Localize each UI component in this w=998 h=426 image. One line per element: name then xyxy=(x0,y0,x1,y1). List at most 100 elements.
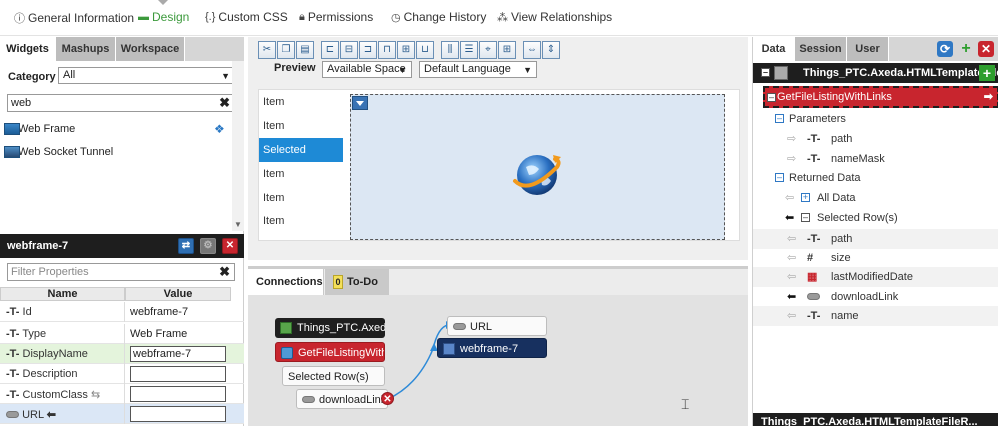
service-node[interactable]: GetFileListingWith... xyxy=(275,342,385,362)
list-item[interactable]: Item xyxy=(259,162,343,186)
remove-icon[interactable]: ✕ xyxy=(978,41,994,57)
url-input[interactable] xyxy=(130,406,226,422)
collapse-icon[interactable]: – xyxy=(761,68,770,77)
drag-handle-icon[interactable]: ❖ xyxy=(214,118,225,140)
list-item[interactable]: Item xyxy=(259,114,343,138)
align-left-icon[interactable]: ⊏ xyxy=(321,41,339,59)
tab-widgets[interactable]: Widgets xyxy=(0,37,56,61)
same-width-icon[interactable]: ⇔ xyxy=(523,41,541,59)
language-select[interactable]: Default Language ▼ xyxy=(419,61,537,78)
param-row-path[interactable]: ⇨ -T- path xyxy=(753,129,998,149)
selected-rows-row[interactable]: ⬅ – Selected Row(s) xyxy=(753,208,998,228)
tab-mashups[interactable]: Mashups xyxy=(56,37,116,61)
download-link-label: downloadLink xyxy=(319,394,387,406)
add-service-icon[interactable]: + xyxy=(979,65,995,81)
tab-custom-css[interactable]: {.} Custom CSS xyxy=(205,10,288,24)
field-row-lastmodifieddate[interactable]: ⇦ ▦ lastModifiedDate xyxy=(753,267,998,287)
widget-menu-icon[interactable] xyxy=(352,96,368,110)
property-row-type[interactable]: -T- Type Web Frame xyxy=(0,324,244,344)
url-property-node[interactable]: URL xyxy=(447,316,547,336)
property-row-displayname[interactable]: -T- DisplayName webframe-7 xyxy=(0,344,244,364)
description-input[interactable] xyxy=(130,366,226,382)
bind-arrow-icon[interactable]: ➡ xyxy=(984,88,993,106)
scroll-down-icon[interactable]: ▼ xyxy=(234,220,242,229)
tab-session[interactable]: Session xyxy=(795,37,847,61)
customclass-input[interactable] xyxy=(130,386,226,402)
preview-label[interactable]: Preview xyxy=(274,62,316,74)
field-row-downloadlink[interactable]: ⬅ downloadLink xyxy=(753,287,998,307)
property-row-customclass[interactable]: -T- CustomClass ⇆ xyxy=(0,384,244,404)
clear-search-icon[interactable]: ✖ xyxy=(219,95,230,111)
settings-icon[interactable]: ⚙ xyxy=(200,238,216,254)
displayname-input[interactable]: webframe-7 xyxy=(130,346,226,362)
tab-permissions[interactable]: 🔒︎ Permissions xyxy=(299,10,373,24)
service-row[interactable]: – GetFileListingWithLinks ➡ xyxy=(763,86,998,108)
field-row-size[interactable]: ⇦ # size xyxy=(753,248,998,268)
available-space-select[interactable]: Available Space ▼ xyxy=(322,61,412,78)
list-item-selected[interactable]: Selected xyxy=(259,138,343,162)
design-canvas-area: ✂ ❐ ▤ ⊏ ⊟ ⊐ ⊓ ⊞ ⊔ ⫼ ☰ ⌖ ⊞ ⇔ ⇕ Preview Av… xyxy=(248,37,748,260)
tab-design[interactable]: ▬ Design xyxy=(138,10,189,24)
properties-title: webframe-7 xyxy=(7,240,69,252)
delete-icon[interactable]: ✕ xyxy=(222,238,238,254)
tab-change-history[interactable]: ◷ Change History xyxy=(391,10,486,24)
property-row-id[interactable]: -T- Id webframe-7 xyxy=(0,302,244,322)
align-top-icon[interactable]: ⊓ xyxy=(378,41,396,59)
list-item[interactable]: Item xyxy=(259,90,343,114)
clear-filter-icon[interactable]: ✖ xyxy=(219,264,230,280)
grid-icon[interactable]: ⊞ xyxy=(498,41,516,59)
thing-node[interactable]: Things_PTC.Axeda.... xyxy=(275,318,385,338)
tab-user[interactable]: User xyxy=(847,37,889,61)
returned-data-node[interactable]: – Returned Data xyxy=(753,168,998,188)
tab-connections[interactable]: Connections xyxy=(248,269,324,295)
collapse-icon[interactable]: – xyxy=(801,213,810,222)
text-type-icon: -T- xyxy=(6,348,20,360)
align-bottom-icon[interactable]: ⊔ xyxy=(416,41,434,59)
center-target-icon[interactable]: ⌖ xyxy=(479,41,497,59)
download-link-node[interactable]: downloadLink xyxy=(296,389,388,409)
same-height-icon[interactable]: ⇕ xyxy=(542,41,560,59)
collapse-icon[interactable]: – xyxy=(775,114,784,123)
list-item[interactable]: Item xyxy=(259,209,343,233)
align-center-icon[interactable]: ⊟ xyxy=(340,41,358,59)
property-row-url[interactable]: URL ⬅ xyxy=(0,404,244,424)
tab-general-information[interactable]: ⓘ General Information xyxy=(14,10,134,26)
filter-properties-input[interactable]: Filter Properties ✖ xyxy=(7,263,235,281)
paste-icon[interactable]: ▤ xyxy=(296,41,314,59)
tab-workspace[interactable]: Workspace xyxy=(116,37,185,61)
web-frame-widget[interactable] xyxy=(350,94,725,240)
tab-view-relationships[interactable]: ⁂ View Relationships xyxy=(497,10,612,24)
field-row-path[interactable]: ⇦ -T- path xyxy=(753,229,998,249)
property-row-description[interactable]: -T- Description xyxy=(0,364,244,384)
column-divider xyxy=(124,344,125,364)
share-icon[interactable]: ⇄ xyxy=(178,238,194,254)
tab-data[interactable]: Data xyxy=(753,37,795,61)
align-middle-icon[interactable]: ⊞ xyxy=(397,41,415,59)
target-widget-node[interactable]: webframe-7 xyxy=(437,338,547,358)
copy-icon[interactable]: ❐ xyxy=(277,41,295,59)
thing-footer[interactable]: Things_PTC.Axeda.HTMLTemplateFileR... xyxy=(753,413,998,426)
collapse-icon[interactable]: – xyxy=(767,93,776,102)
list-item[interactable]: Item xyxy=(259,186,343,210)
selected-rows-node[interactable]: Selected Row(s) xyxy=(282,366,385,386)
parameters-node[interactable]: – Parameters xyxy=(753,109,998,129)
collapse-icon[interactable]: – xyxy=(775,173,784,182)
widget-item-web-socket-tunnel[interactable]: Web Socket Tunnel xyxy=(0,141,232,163)
remove-binding-icon[interactable]: ✕ xyxy=(381,392,394,405)
widget-list-scrollbar[interactable]: ▼ xyxy=(232,61,244,231)
category-select[interactable]: All ▼ xyxy=(58,67,235,84)
widget-search-input[interactable]: web ✖ xyxy=(7,94,235,112)
cut-icon[interactable]: ✂ xyxy=(258,41,276,59)
distribute-horizontal-icon[interactable]: ⫼ xyxy=(441,41,459,59)
add-icon[interactable]: + xyxy=(958,41,974,57)
param-row-namemask[interactable]: ⇨ -T- nameMask xyxy=(753,149,998,169)
field-row-name[interactable]: ⇦ -T- name xyxy=(753,306,998,326)
all-data-row[interactable]: ⇦ + All Data xyxy=(753,188,998,208)
align-right-icon[interactable]: ⊐ xyxy=(359,41,377,59)
thing-header[interactable]: – Things_PTC.Axeda.HTMLTemplateFile... + xyxy=(753,63,998,83)
refresh-icon[interactable]: ⟳ xyxy=(937,41,953,57)
widget-item-web-frame[interactable]: Web Frame ❖ xyxy=(0,118,232,140)
distribute-vertical-icon[interactable]: ☰ xyxy=(460,41,478,59)
expand-icon[interactable]: + xyxy=(801,193,810,202)
tab-todo[interactable]: 0 To-Do xyxy=(325,269,389,295)
